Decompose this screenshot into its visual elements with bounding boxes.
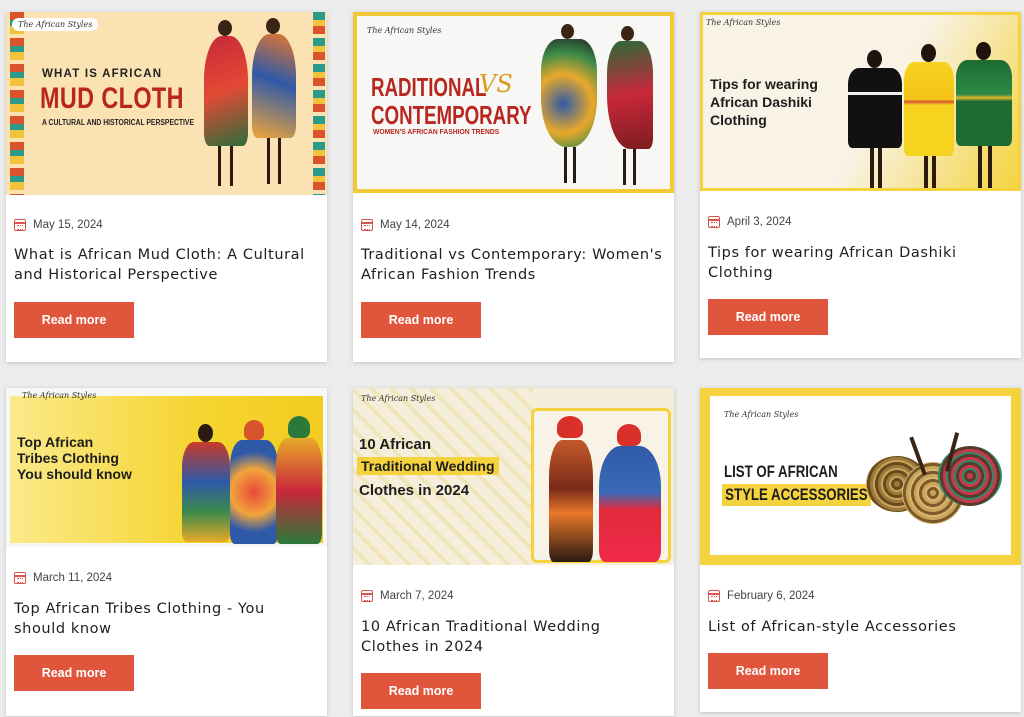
thumb-headline-2: MUD CLOTH <box>40 82 184 115</box>
post-date: March 11, 2024 <box>33 572 113 584</box>
post-thumbnail[interactable]: The African Styles Tips for wearing Afri… <box>700 12 1021 191</box>
post-date: March 7, 2024 <box>380 590 454 602</box>
brand-logo: The African Styles <box>706 18 781 27</box>
post-thumbnail[interactable]: The African Styles RADITIONAL VS CONTEMP… <box>353 12 674 193</box>
model-figure <box>900 44 958 190</box>
post-meta: May 15, 2024 <box>14 219 103 231</box>
post-title[interactable]: 10 African Traditional Wedding Clothes i… <box>361 617 664 657</box>
thumb-headline-1: Tips for wearing <box>710 76 818 92</box>
model-figure <box>537 24 599 188</box>
post-title[interactable]: What is African Mud Cloth: A Cultural an… <box>14 245 317 285</box>
brand-logo: The African Styles <box>12 18 99 31</box>
thumb-headline-2: STYLE ACCESSORIES <box>722 484 871 506</box>
thumb-headline-3: Clothing <box>710 112 767 128</box>
thumb-headline-3: A CULTURAL AND HISTORICAL PERSPECTIVE <box>42 118 195 127</box>
post-meta: February 6, 2024 <box>708 590 815 602</box>
calendar-icon <box>14 219 26 231</box>
model-figure <box>954 42 1014 190</box>
thumb-headline-1: RADITIONAL <box>371 72 487 102</box>
post-meta: May 14, 2024 <box>361 219 450 231</box>
blog-card: The African Styles WHAT IS AFRICAN MUD C… <box>6 12 327 362</box>
thumb-headline-1: LIST OF AFRICAN <box>724 462 838 481</box>
blog-card: The African Styles Tips for wearing Afri… <box>700 12 1021 358</box>
thumb-headline-1: Top African <box>17 434 94 450</box>
pattern-border-right <box>313 12 325 195</box>
post-title[interactable]: List of African-style Accessories <box>708 617 1011 637</box>
thumb-headline-2: Traditional Wedding <box>357 457 499 475</box>
post-meta: April 3, 2024 <box>708 216 792 228</box>
post-title[interactable]: Top African Tribes Clothing - You should… <box>14 599 317 639</box>
post-meta: March 7, 2024 <box>361 590 454 602</box>
post-title[interactable]: Tips for wearing African Dashiki Clothin… <box>708 243 1011 283</box>
pattern-border-left <box>10 12 24 195</box>
model-figure <box>603 26 655 188</box>
thumb-headline-2: African Dashiki <box>710 94 812 110</box>
thumb-headline-2: Tribes Clothing <box>17 450 119 466</box>
post-thumbnail[interactable]: The African Styles Top African Tribes Cl… <box>6 388 327 547</box>
thumb-headline-vs: VS <box>479 70 513 98</box>
post-title[interactable]: Traditional vs Contemporary: Women's Afr… <box>361 245 664 285</box>
post-thumbnail[interactable]: The African Styles LIST OF AFRICAN STYLE… <box>700 388 1021 565</box>
brand-logo: The African Styles <box>22 391 97 400</box>
calendar-icon <box>361 219 373 231</box>
model-figure <box>846 50 904 190</box>
post-date: May 14, 2024 <box>380 219 450 231</box>
model-figure <box>593 424 667 562</box>
blog-card: The African Styles 10 African Traditiona… <box>353 388 674 716</box>
calendar-icon <box>361 590 373 602</box>
post-thumbnail[interactable]: The African Styles 10 African Traditiona… <box>353 388 674 565</box>
post-date: April 3, 2024 <box>727 216 792 228</box>
calendar-icon <box>14 572 26 584</box>
model-figure <box>246 18 302 192</box>
calendar-icon <box>708 590 720 602</box>
calendar-icon <box>708 216 720 228</box>
post-date: February 6, 2024 <box>727 590 815 602</box>
read-more-button[interactable]: Read more <box>14 655 134 691</box>
thumb-headline-3: Clothes in 2024 <box>359 482 470 499</box>
thumb-headline-3: You should know <box>17 466 132 482</box>
blog-card: The African Styles Top African Tribes Cl… <box>6 388 327 716</box>
brand-logo: The African Styles <box>361 394 436 403</box>
read-more-button[interactable]: Read more <box>14 302 134 338</box>
model-figure <box>272 416 326 546</box>
read-more-button[interactable]: Read more <box>361 673 481 709</box>
read-more-button[interactable]: Read more <box>708 653 828 689</box>
blog-card: The African Styles RADITIONAL VS CONTEMP… <box>353 12 674 362</box>
hand-fan-image <box>866 432 1006 532</box>
read-more-button[interactable]: Read more <box>708 299 828 335</box>
post-date: May 15, 2024 <box>33 219 103 231</box>
brand-logo: The African Styles <box>724 410 799 419</box>
brand-logo: The African Styles <box>367 26 442 35</box>
thumb-headline-3: WOMEN'S AFRICAN FASHION TRENDS <box>373 127 500 136</box>
read-more-button[interactable]: Read more <box>361 302 481 338</box>
post-thumbnail[interactable]: The African Styles WHAT IS AFRICAN MUD C… <box>6 12 327 195</box>
model-figure <box>543 416 599 562</box>
thumb-headline-1: WHAT IS AFRICAN <box>42 68 163 80</box>
post-meta: March 11, 2024 <box>14 572 112 584</box>
thumb-headline-1: 10 African <box>359 436 431 453</box>
blog-card: The African Styles LIST OF AFRICAN STYLE… <box>700 388 1021 712</box>
